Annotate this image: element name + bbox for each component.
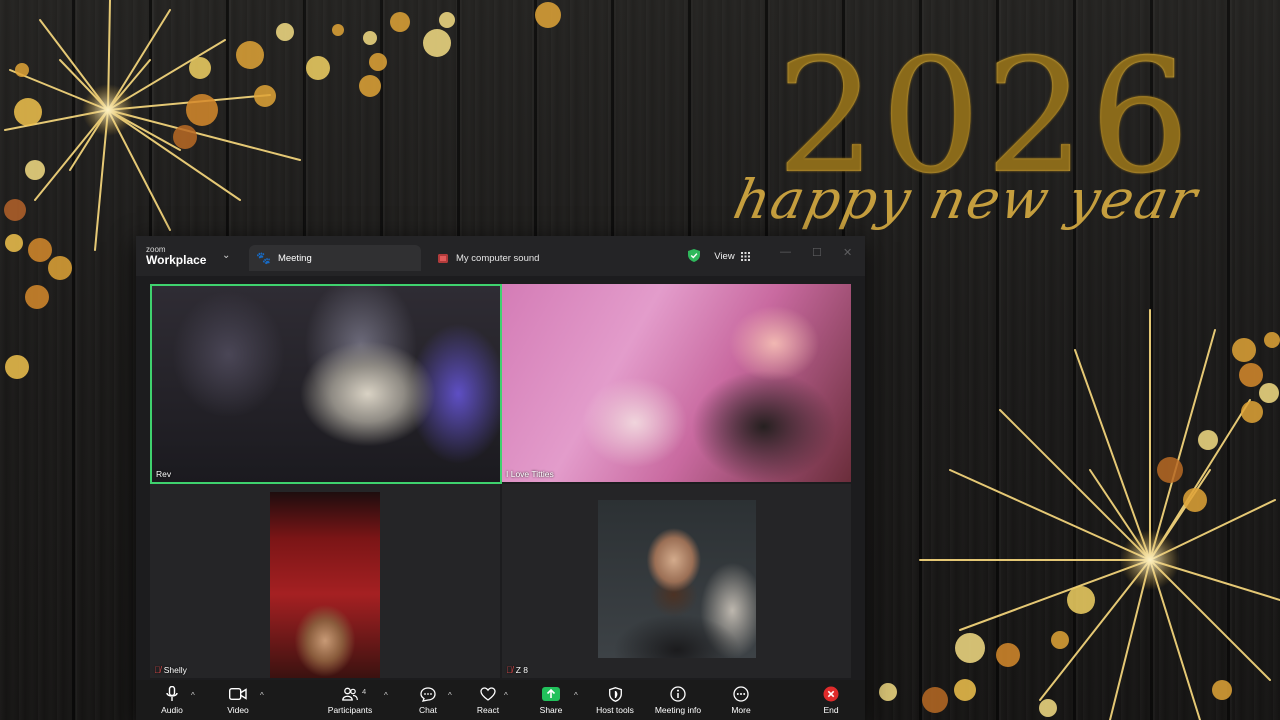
video-tile-i-love-titties[interactable]: I Love Titties [502, 284, 851, 482]
participant-video [598, 500, 756, 658]
sound-share-icon [438, 253, 448, 263]
participant-name: 🎙̸ Z 8 [506, 665, 528, 675]
paw-icon: 🐾 [256, 251, 271, 265]
react-options-caret[interactable]: ^ [504, 691, 508, 700]
host-tools-button[interactable]: Host tools [594, 684, 636, 718]
participants-icon [342, 684, 358, 704]
brand-big: Workplace [146, 253, 207, 267]
encryption-shield-icon[interactable] [688, 249, 700, 262]
heart-icon [480, 684, 496, 704]
meeting-info-label: Meeting info [654, 705, 702, 715]
microphone-icon [166, 684, 178, 704]
meeting-info-button[interactable]: Meeting info [652, 684, 704, 718]
view-button[interactable]: View [711, 246, 753, 266]
maximize-icon[interactable]: ☐ [812, 246, 822, 259]
chat-options-caret[interactable]: ^ [448, 691, 452, 700]
chat-button[interactable]: Chat [416, 684, 440, 718]
video-camera-icon [229, 684, 247, 704]
info-icon [670, 684, 686, 704]
share-screen-icon [542, 684, 560, 704]
more-icon [733, 684, 749, 704]
participants-button[interactable]: Participants [324, 684, 376, 718]
video-tile-z8[interactable]: 🎙̸ Z 8 [502, 484, 851, 678]
tab-meeting[interactable]: 🐾 Meeting [249, 245, 421, 271]
video-options-caret[interactable]: ^ [260, 691, 264, 700]
zoom-meeting-window: zoom Workplace ⌄ 🐾 Meeting My computer s… [136, 236, 865, 720]
tab-computer-sound[interactable]: My computer sound [438, 245, 539, 271]
video-tile-shelly[interactable]: 🎙̸ Shelly [150, 484, 500, 678]
mic-muted-icon: 🎙̸ [506, 665, 513, 675]
greeting-text: happy new year [728, 168, 1205, 231]
host-tools-label: Host tools [596, 705, 634, 715]
close-icon[interactable]: ✕ [843, 246, 852, 259]
view-label: View [714, 250, 735, 262]
participant-name: Rev [156, 469, 171, 479]
zoom-workplace-logo[interactable]: zoom Workplace [146, 245, 206, 267]
participant-name-text: Rev [156, 469, 172, 479]
react-label: React [476, 705, 500, 715]
participant-name-text: I Love Titties [506, 469, 554, 479]
end-meeting-button[interactable]: End [819, 684, 843, 718]
title-bar: zoom Workplace ⌄ 🐾 Meeting My computer s… [136, 236, 865, 276]
participants-options-caret[interactable]: ^ [384, 691, 388, 700]
react-button[interactable]: React [476, 684, 500, 718]
minimize-icon[interactable]: — [780, 246, 791, 258]
mic-muted-icon: 🎙̸ [154, 665, 161, 675]
end-label: End [823, 705, 839, 715]
share-label: Share [539, 705, 563, 715]
share-button[interactable]: Share [538, 684, 564, 718]
participants-label: Participants [327, 705, 373, 715]
video-button[interactable]: Video [226, 684, 250, 718]
participant-name: I Love Titties [506, 469, 554, 479]
grid-icon [740, 251, 750, 261]
chat-label: Chat [419, 705, 437, 715]
more-button[interactable]: More [729, 684, 753, 718]
chat-icon [420, 684, 436, 704]
meeting-toolbar: Audio ^ Video ^ Participants 4 ^ Chat ^ [136, 680, 865, 720]
participant-name: 🎙̸ Shelly [154, 665, 187, 675]
tab-meeting-label: Meeting [277, 252, 312, 264]
participant-name-text: Shelly [163, 665, 187, 675]
participant-name-text: Z 8 [515, 665, 529, 675]
share-options-caret[interactable]: ^ [574, 691, 578, 700]
shield-icon [608, 684, 622, 704]
video-tile-rev[interactable]: Rev [150, 284, 502, 484]
end-icon [823, 684, 839, 704]
participant-video [270, 492, 380, 678]
chevron-down-icon[interactable]: ⌄ [222, 250, 230, 261]
more-label: More [731, 705, 751, 715]
video-label: Video [227, 705, 249, 715]
audio-options-caret[interactable]: ^ [191, 691, 195, 700]
audio-button[interactable]: Audio [160, 684, 184, 718]
participants-count: 4 [362, 687, 367, 696]
tab-sound-label: My computer sound [456, 252, 540, 264]
audio-label: Audio [161, 705, 183, 715]
